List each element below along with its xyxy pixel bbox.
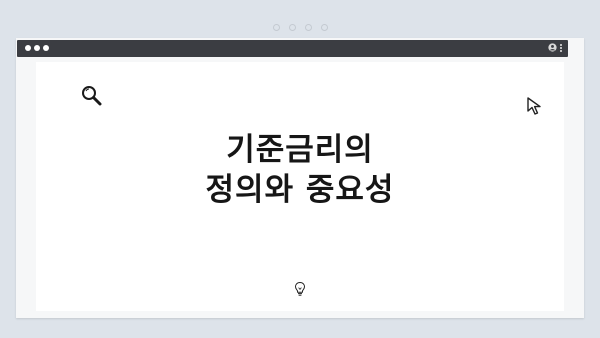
title-line-1: 기준금리의 [226, 132, 374, 168]
lightbulb-icon [294, 281, 306, 296]
indicator-dot [288, 24, 296, 31]
window-control-dot[interactable] [34, 45, 40, 51]
title-line-2: 정의와 중요성 [205, 172, 395, 208]
page-background: 기준금리의 정의와 중요성 [0, 0, 600, 338]
user-icon[interactable] [548, 43, 557, 52]
indicator-dot [304, 24, 312, 31]
indicator-dot [320, 24, 328, 31]
window-controls[interactable] [25, 45, 49, 51]
window-titlebar [17, 40, 568, 57]
window-control-dot[interactable] [43, 45, 49, 51]
titlebar-actions [548, 43, 562, 52]
search-icon [82, 86, 102, 106]
window-control-dot[interactable] [25, 45, 31, 51]
dots-indicator [0, 24, 600, 31]
indicator-dot [272, 24, 280, 31]
page-title: 기준금리의 정의와 중요성 [136, 130, 464, 210]
kebab-menu-icon[interactable] [560, 43, 562, 52]
cursor-icon [527, 97, 541, 115]
